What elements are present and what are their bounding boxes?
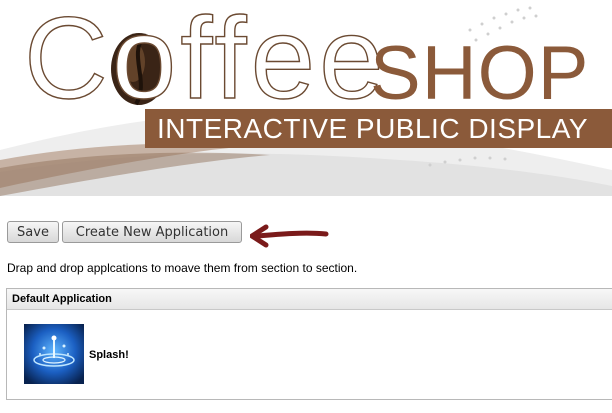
tagline: INTERACTIVE PUBLIC DISPLAY bbox=[157, 113, 589, 144]
instructions-text: Drap and drop applcations to moave them … bbox=[7, 261, 358, 275]
section-header: Default Application bbox=[7, 289, 612, 310]
logo-shop-word: SHOP bbox=[370, 31, 590, 116]
app-item[interactable]: Splash! bbox=[24, 324, 174, 386]
logo-coffee-word: Coffee bbox=[23, 0, 388, 123]
pointer-arrow-icon bbox=[250, 224, 329, 248]
create-new-application-button[interactable]: Create New Application bbox=[62, 221, 242, 243]
water-splash-icon bbox=[24, 324, 84, 384]
section-default-application: Default Application Splash! bbox=[6, 288, 612, 400]
section-title: Default Application bbox=[12, 293, 112, 305]
save-button[interactable]: Save bbox=[7, 221, 59, 243]
app-name: Splash! bbox=[89, 349, 129, 361]
header-banner: Coffee SHOP INTERACTIVE PUBLIC DISPLAY bbox=[0, 0, 612, 196]
